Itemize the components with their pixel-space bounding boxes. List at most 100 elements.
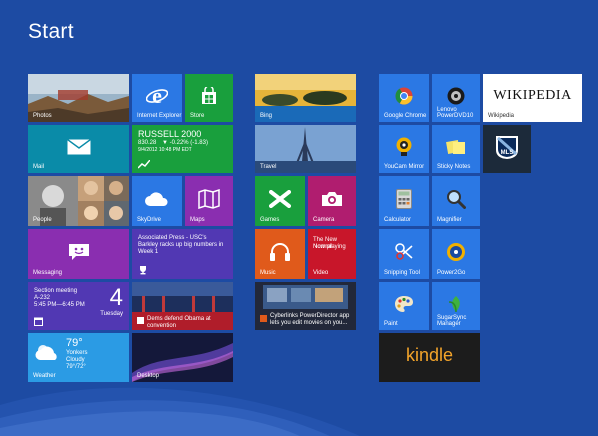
weather-label: Weather bbox=[33, 373, 56, 379]
bing-tile[interactable]: Bing bbox=[255, 74, 356, 122]
magnifier-label: Magnifier bbox=[437, 217, 462, 223]
cyberlink-headline: Cyberlinks PowerDirector app lets you ed… bbox=[270, 313, 350, 326]
finance-chart-icon bbox=[138, 160, 150, 169]
calendar-tile[interactable]: Section meeting A-232 5:45 PM—6:45 PM 4 … bbox=[28, 282, 129, 330]
news-tile[interactable]: Dems defend Obama at convention bbox=[132, 282, 233, 330]
weather-condition: Cloudy bbox=[66, 357, 85, 363]
power2go-tile[interactable]: Power2Go bbox=[432, 229, 480, 279]
powerdvd-label: Lenovo PowerDVD10 bbox=[437, 107, 474, 119]
finance-tile[interactable]: RUSSELL 2000 830.28 ▼ -0.22% (-1.83) 9/4… bbox=[132, 125, 233, 173]
start-title: Start bbox=[28, 20, 74, 43]
finance-change: ▼ -0.22% (-1.83) bbox=[162, 140, 208, 146]
messaging-tile[interactable]: Messaging bbox=[28, 229, 129, 279]
headphones-icon bbox=[270, 242, 290, 261]
weather-tile[interactable]: 79° Yonkers Cloudy 79°/72° Weather bbox=[28, 333, 129, 382]
xbox-games-icon bbox=[269, 189, 291, 208]
calendar-event: Section meeting bbox=[34, 288, 78, 294]
music-label: Music bbox=[260, 270, 276, 276]
messaging-label: Messaging bbox=[33, 270, 63, 276]
travel-tile[interactable]: Travel bbox=[255, 125, 356, 173]
wikipedia-label: Wikipedia bbox=[488, 113, 515, 119]
calendar-icon bbox=[34, 317, 43, 326]
sports-tile[interactable]: Associated Press - USC's Barkley racks u… bbox=[132, 229, 233, 279]
store-icon bbox=[202, 86, 216, 104]
sticky-notes-tile[interactable]: Sticky Notes bbox=[432, 125, 480, 173]
desktop-tile[interactable]: Desktop bbox=[132, 333, 233, 382]
calculator-tile[interactable]: Calculator bbox=[379, 176, 429, 226]
skydrive-cloud-icon bbox=[145, 191, 168, 206]
news-icon bbox=[137, 317, 144, 324]
store-label: Store bbox=[190, 113, 205, 119]
video-label: Video bbox=[313, 270, 329, 276]
internet-explorer-label: Internet Explorer bbox=[137, 113, 182, 119]
chrome-icon bbox=[395, 87, 413, 105]
kindle-logo: kindle bbox=[405, 345, 454, 365]
maps-label: Maps bbox=[190, 217, 205, 223]
sugarsync-label: SugarSync Manager bbox=[437, 315, 467, 327]
google-chrome-tile[interactable]: Google Chrome bbox=[379, 74, 429, 122]
skydrive-label: SkyDrive bbox=[137, 217, 162, 223]
snipping-tool-icon bbox=[395, 242, 413, 260]
photos-label: Photos bbox=[33, 113, 52, 119]
maps-tile[interactable]: Maps bbox=[185, 176, 233, 226]
magnifier-tile[interactable]: Magnifier bbox=[432, 176, 480, 226]
youcam-tile[interactable]: YouCam Mirror bbox=[379, 125, 429, 173]
mls-tile[interactable]: MLS bbox=[483, 125, 531, 173]
camera-icon bbox=[322, 191, 342, 206]
mail-label: Mail bbox=[33, 164, 45, 170]
games-label: Games bbox=[260, 217, 280, 223]
music-tile[interactable]: Music bbox=[255, 229, 305, 279]
finance-value: 830.28 bbox=[138, 140, 157, 146]
camera-label: Camera bbox=[313, 217, 335, 223]
finance-date: 9/4/2012 10:48 PM EDT bbox=[138, 147, 192, 153]
youcam-label: YouCam Mirror bbox=[384, 164, 425, 170]
store-tile[interactable]: Store bbox=[185, 74, 233, 122]
calendar-day-number: 4 bbox=[109, 284, 123, 311]
video-tile[interactable]: The New Normal Now playing Video bbox=[308, 229, 356, 279]
weather-city: Yonkers bbox=[66, 350, 88, 356]
calendar-time: 5:45 PM—6:45 PM bbox=[34, 302, 85, 308]
bing-label: Bing bbox=[260, 113, 273, 119]
mail-icon bbox=[66, 138, 91, 155]
skydrive-tile[interactable]: SkyDrive bbox=[132, 176, 182, 226]
power2go-icon bbox=[447, 242, 465, 261]
camera-tile[interactable]: Camera bbox=[308, 176, 356, 226]
internet-explorer-icon: e bbox=[146, 85, 168, 107]
power2go-label: Power2Go bbox=[437, 270, 466, 276]
trophy-icon bbox=[140, 266, 146, 275]
powerdvd-tile[interactable]: Lenovo PowerDVD10 bbox=[432, 74, 480, 122]
snipping-tool-label: Snipping Tool bbox=[384, 270, 420, 276]
mail-tile[interactable]: Mail bbox=[28, 125, 129, 173]
youcam-icon bbox=[396, 137, 412, 156]
snipping-tool-tile[interactable]: Snipping Tool bbox=[379, 229, 429, 279]
maps-icon bbox=[198, 188, 220, 209]
sugarsync-icon bbox=[448, 295, 460, 312]
sticky-notes-label: Sticky Notes bbox=[437, 164, 471, 170]
travel-label: Travel bbox=[260, 164, 277, 170]
sports-headline: Associated Press - USC's Barkley racks u… bbox=[138, 235, 224, 255]
sticky-notes-icon bbox=[446, 139, 465, 154]
cloud-sun-icon bbox=[35, 345, 57, 360]
paint-tile[interactable]: Paint bbox=[379, 282, 429, 330]
svg-text:e: e bbox=[152, 85, 162, 107]
powerdvd-icon bbox=[447, 87, 465, 105]
wikipedia-logo: WIKIPEDIA bbox=[493, 88, 572, 103]
calculator-icon bbox=[396, 188, 412, 209]
calculator-label: Calculator bbox=[384, 217, 412, 223]
news-headline: Dems defend Obama at convention bbox=[147, 316, 211, 329]
photos-tile[interactable]: Photos bbox=[28, 74, 129, 122]
kindle-tile[interactable]: kindle bbox=[379, 333, 480, 382]
svg-text:MLS: MLS bbox=[501, 150, 514, 156]
calendar-day-name: Tuesday bbox=[100, 311, 123, 317]
weather-temp: 79° bbox=[66, 337, 83, 349]
weather-range: 79°/72° bbox=[66, 364, 86, 370]
wikipedia-tile[interactable]: WIKIPEDIA Wikipedia bbox=[483, 74, 582, 122]
people-tile[interactable]: People bbox=[28, 176, 129, 226]
messaging-icon bbox=[68, 243, 89, 260]
cyberlink-news-tile[interactable]: Cyberlinks PowerDirector app lets you ed… bbox=[255, 282, 356, 330]
games-tile[interactable]: Games bbox=[255, 176, 305, 226]
desktop-label: Desktop bbox=[137, 373, 160, 379]
sugarsync-tile[interactable]: SugarSync Manager bbox=[432, 282, 480, 330]
paint-icon bbox=[395, 295, 413, 312]
internet-explorer-tile[interactable]: e Internet Explorer bbox=[132, 74, 182, 122]
